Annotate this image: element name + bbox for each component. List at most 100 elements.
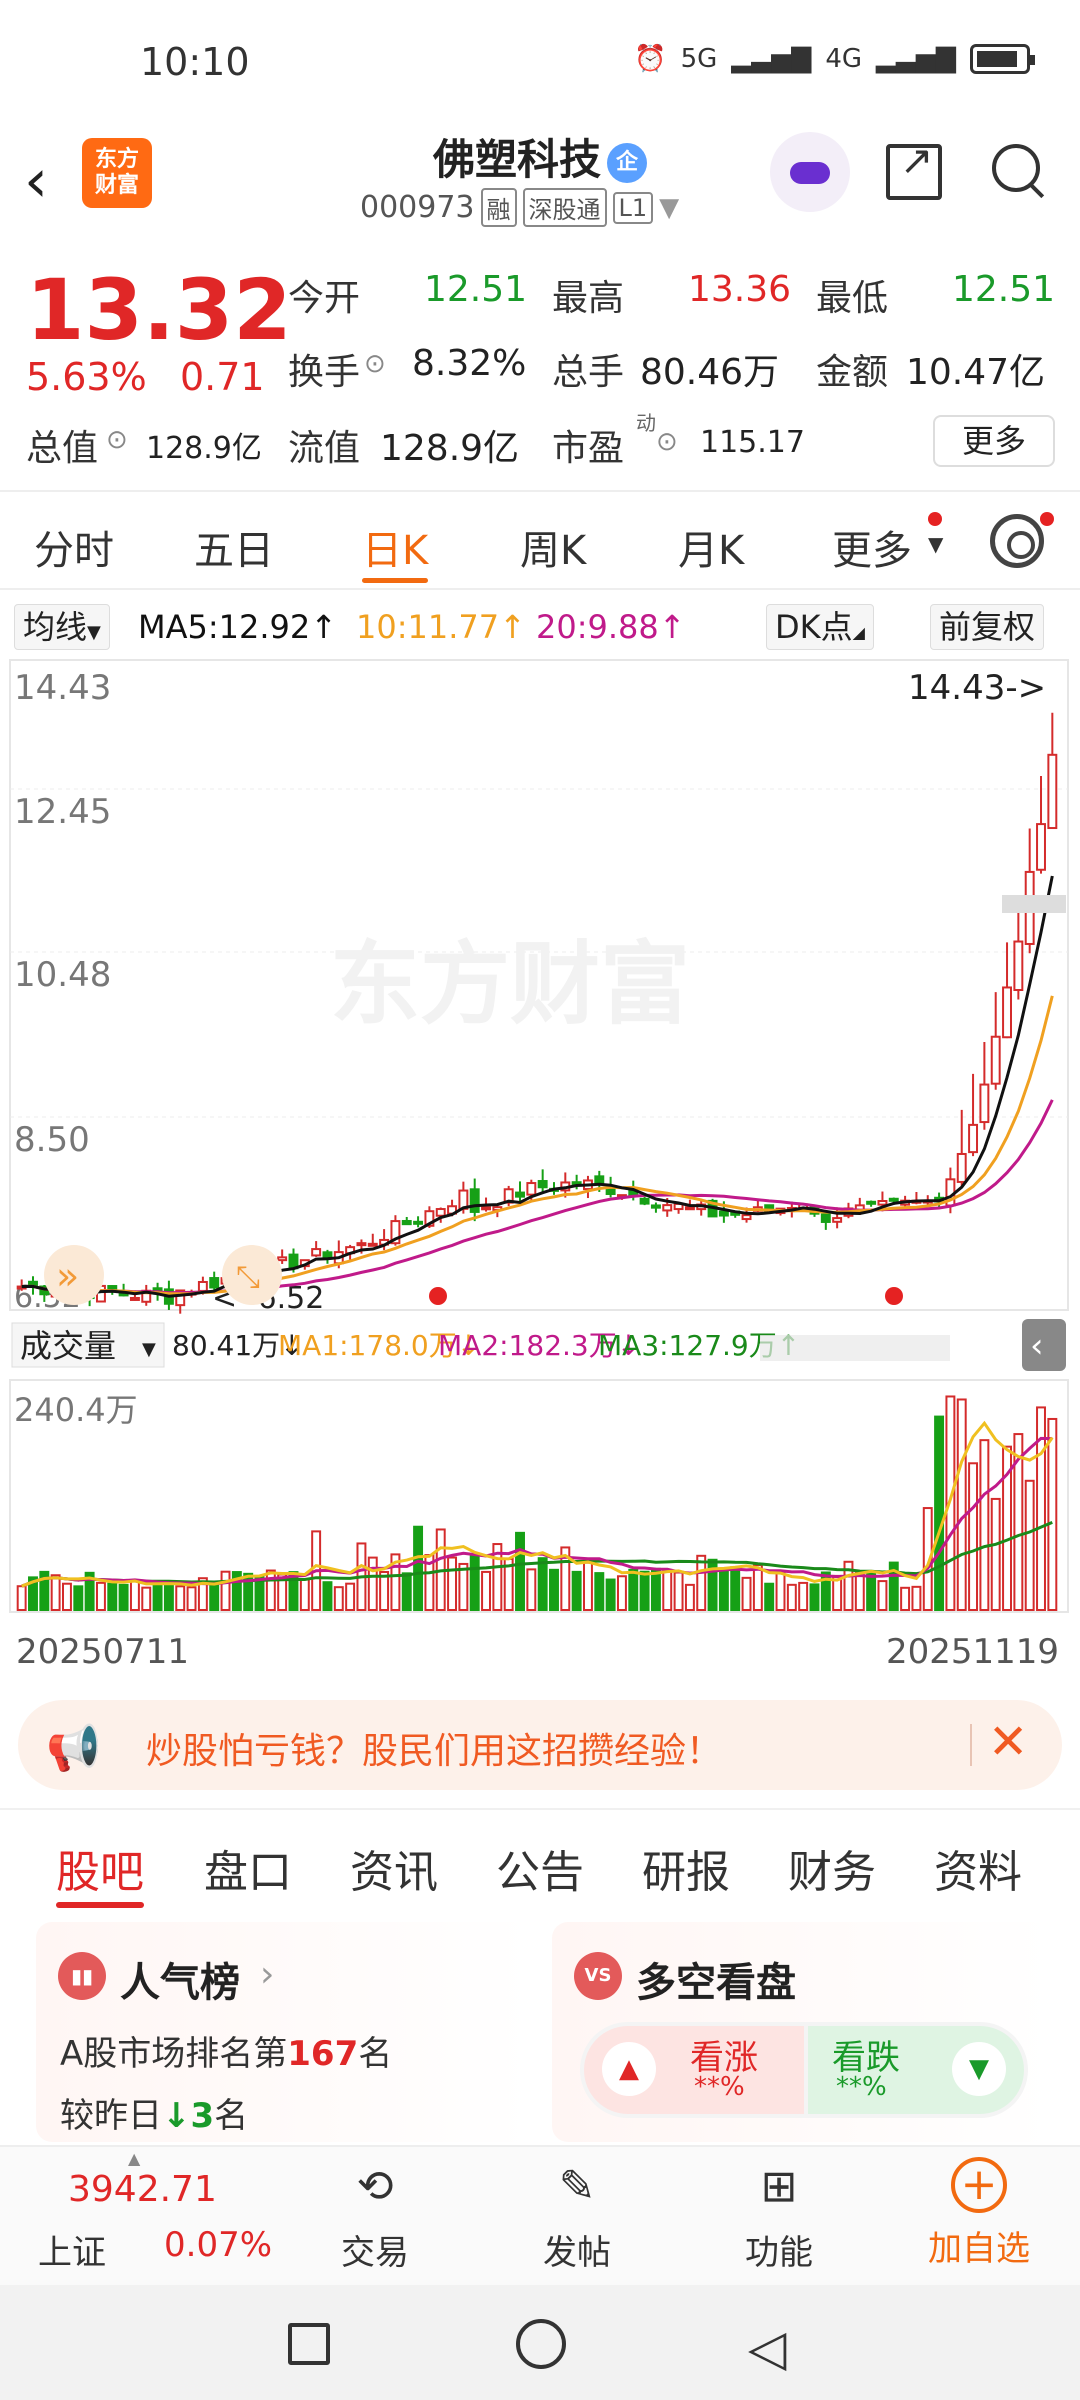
volume-bar — [628, 1568, 639, 1611]
tab-news[interactable]: 资讯 — [350, 1836, 438, 1900]
volume-bar — [1024, 1479, 1035, 1611]
volume-bar — [877, 1580, 888, 1612]
kline-svg[interactable]: 东方财富 14.43 12.45 10.48 8.50 6.52 14.43->… — [0, 655, 1080, 1695]
more-caret-icon: ▼ — [928, 532, 944, 556]
dk-signal-dot[interactable] — [429, 1287, 447, 1305]
dk-signal-dot-2[interactable] — [885, 1287, 903, 1305]
promo-banner[interactable]: 📢 炒股怕亏钱？股民们用这招攒经验！ ✕ — [18, 1700, 1062, 1790]
chevron-left-icon: ‹ — [1030, 1326, 1044, 1366]
tab-forum[interactable]: 股吧 — [56, 1836, 144, 1908]
candle-body — [1036, 823, 1046, 871]
volume-bar — [854, 1571, 865, 1611]
tab-research[interactable]: 研报 — [642, 1836, 730, 1900]
info-icon[interactable]: ⊙ — [364, 349, 386, 379]
index-ticker[interactable]: ▲ 3942.71 上证 0.07% — [0, 2147, 300, 2287]
tab-profile[interactable]: 资料 — [934, 1836, 1022, 1900]
kline-chart[interactable]: 东方财富 14.43 12.45 10.48 8.50 6.52 14.43->… — [0, 655, 1080, 1695]
volume-bar — [571, 1570, 582, 1611]
close-icon[interactable]: ✕ — [988, 1714, 1028, 1770]
volume-bar — [16, 1585, 27, 1611]
promo-text[interactable]: 炒股怕亏钱？股民们用这招攒经验！ — [146, 1722, 722, 1774]
rank-change-value: 3 — [190, 2096, 215, 2136]
volume-bar — [650, 1567, 661, 1611]
volume-bar — [662, 1570, 673, 1612]
bull-button[interactable]: ▲ 看涨 **% — [584, 2026, 804, 2114]
volume-bar — [752, 1564, 763, 1612]
candle-body — [129, 1296, 140, 1301]
ma-selector-label: 均线 — [23, 608, 88, 646]
high-label: 最高 — [552, 278, 625, 319]
nav-functions[interactable]: ⊞ 功能 — [714, 2157, 844, 2274]
volume-bar — [107, 1582, 118, 1612]
back-triangle-icon[interactable]: ◁ — [748, 2319, 786, 2377]
index-name: 上证 — [38, 2233, 106, 2273]
y-tick-1: 14.43 — [14, 668, 111, 708]
nav-trade-label: 交易 — [341, 2233, 409, 2273]
volume-bar — [616, 1575, 627, 1611]
volume-bar — [50, 1574, 61, 1611]
expand-icon: ⤡ — [236, 1260, 260, 1295]
settings-gear-icon[interactable] — [990, 514, 1044, 568]
system-nav-bar: ◁ — [0, 2285, 1080, 2400]
sentiment-card[interactable]: VS 多空看盘 ▲ 看涨 **% 看跌 **% ▼ — [552, 1922, 1052, 2142]
share-icon[interactable] — [886, 138, 942, 200]
volume-bar — [594, 1572, 605, 1611]
period-tabs: 分时 五日 日K 周K 月K 更多 ▼ — [0, 490, 1080, 590]
volume-bar — [220, 1570, 231, 1612]
volume-bar — [163, 1582, 174, 1612]
tab-intraday[interactable]: 分时 — [34, 518, 114, 576]
volume-bar — [956, 1398, 967, 1611]
high-marker: 14.43-> — [908, 668, 1046, 708]
current-price: 13.32 — [26, 261, 292, 359]
tab-daily-k[interactable]: 日K — [362, 518, 429, 583]
nav-functions-label: 功能 — [745, 2233, 813, 2273]
more-quote-button[interactable]: 更多 — [933, 415, 1055, 467]
ma5-value: MA5:12.92↑ — [138, 608, 338, 646]
recent-apps-icon[interactable] — [288, 2323, 330, 2365]
dk-point-button[interactable]: DK点◢ — [766, 604, 874, 650]
index-change: 0.07% — [164, 2225, 273, 2265]
tab-announcements[interactable]: 公告 — [496, 1836, 584, 1900]
home-icon[interactable] — [516, 2319, 566, 2369]
search-icon[interactable] — [990, 142, 1046, 198]
tab-order-book[interactable]: 盘口 — [204, 1836, 292, 1900]
open-value: 12.51 — [424, 269, 528, 310]
status-bar: 10:10 ⏰ 5G ▂▃▅▇ 4G ▂▃▅▇ — [0, 0, 1080, 120]
low-label: 最低 — [816, 278, 889, 319]
status-icons: ⏰ 5G ▂▃▅▇ 4G ▂▃▅▇ — [634, 44, 1035, 74]
collapse-tab[interactable] — [1022, 1319, 1066, 1371]
tab-more[interactable]: 更多 — [832, 518, 912, 576]
nav-trade[interactable]: ⟲ 交易 — [310, 2157, 440, 2274]
down-arrow-icon: ↓ — [162, 2096, 191, 2136]
candle-body — [741, 1214, 752, 1221]
volume-bar — [866, 1572, 877, 1612]
corner-caret-icon: ◢ — [852, 623, 865, 642]
adjust-button[interactable]: 前复权 — [930, 604, 1045, 650]
tab-finance[interactable]: 财务 — [788, 1836, 876, 1900]
stock-name: 佛塑科技 — [432, 135, 601, 184]
volume-bar — [764, 1582, 775, 1612]
y-tick-2: 12.45 — [14, 792, 111, 832]
ma-selector[interactable]: 均线▼ — [14, 604, 110, 650]
volume-bar — [549, 1568, 559, 1611]
bear-button[interactable]: 看跌 **% ▼ — [808, 2026, 1024, 2114]
candle-body — [662, 1204, 673, 1212]
tab-five-day[interactable]: 五日 — [194, 518, 274, 576]
dropdown-caret-icon[interactable]: ▼ — [659, 193, 679, 223]
pe-label: 市盈 — [552, 428, 625, 469]
candle-body — [435, 1208, 446, 1217]
divider — [970, 1724, 972, 1766]
nav-post[interactable]: ✎ 发帖 — [512, 2157, 642, 2274]
ai-assistant-icon[interactable] — [770, 132, 850, 212]
popularity-card[interactable]: ▮▮ 人气榜 › A股市场排名第167名 较昨日↓3名 — [36, 1922, 532, 2142]
tab-weekly-k[interactable]: 周K — [520, 518, 586, 576]
nav-add-watchlist-label: 加自选 — [928, 2229, 1030, 2269]
info-icon-2[interactable]: ⊙ — [106, 425, 128, 455]
nav-add-watchlist[interactable]: + 加自选 — [914, 2157, 1044, 2270]
price-highlight-band — [1002, 895, 1066, 913]
candle-body — [979, 1083, 990, 1124]
candle-body — [367, 1242, 378, 1247]
info-icon-3[interactable]: ⊙ — [656, 427, 678, 457]
y-tick-3: 10.48 — [14, 955, 111, 995]
tab-monthly-k[interactable]: 月K — [678, 518, 744, 576]
